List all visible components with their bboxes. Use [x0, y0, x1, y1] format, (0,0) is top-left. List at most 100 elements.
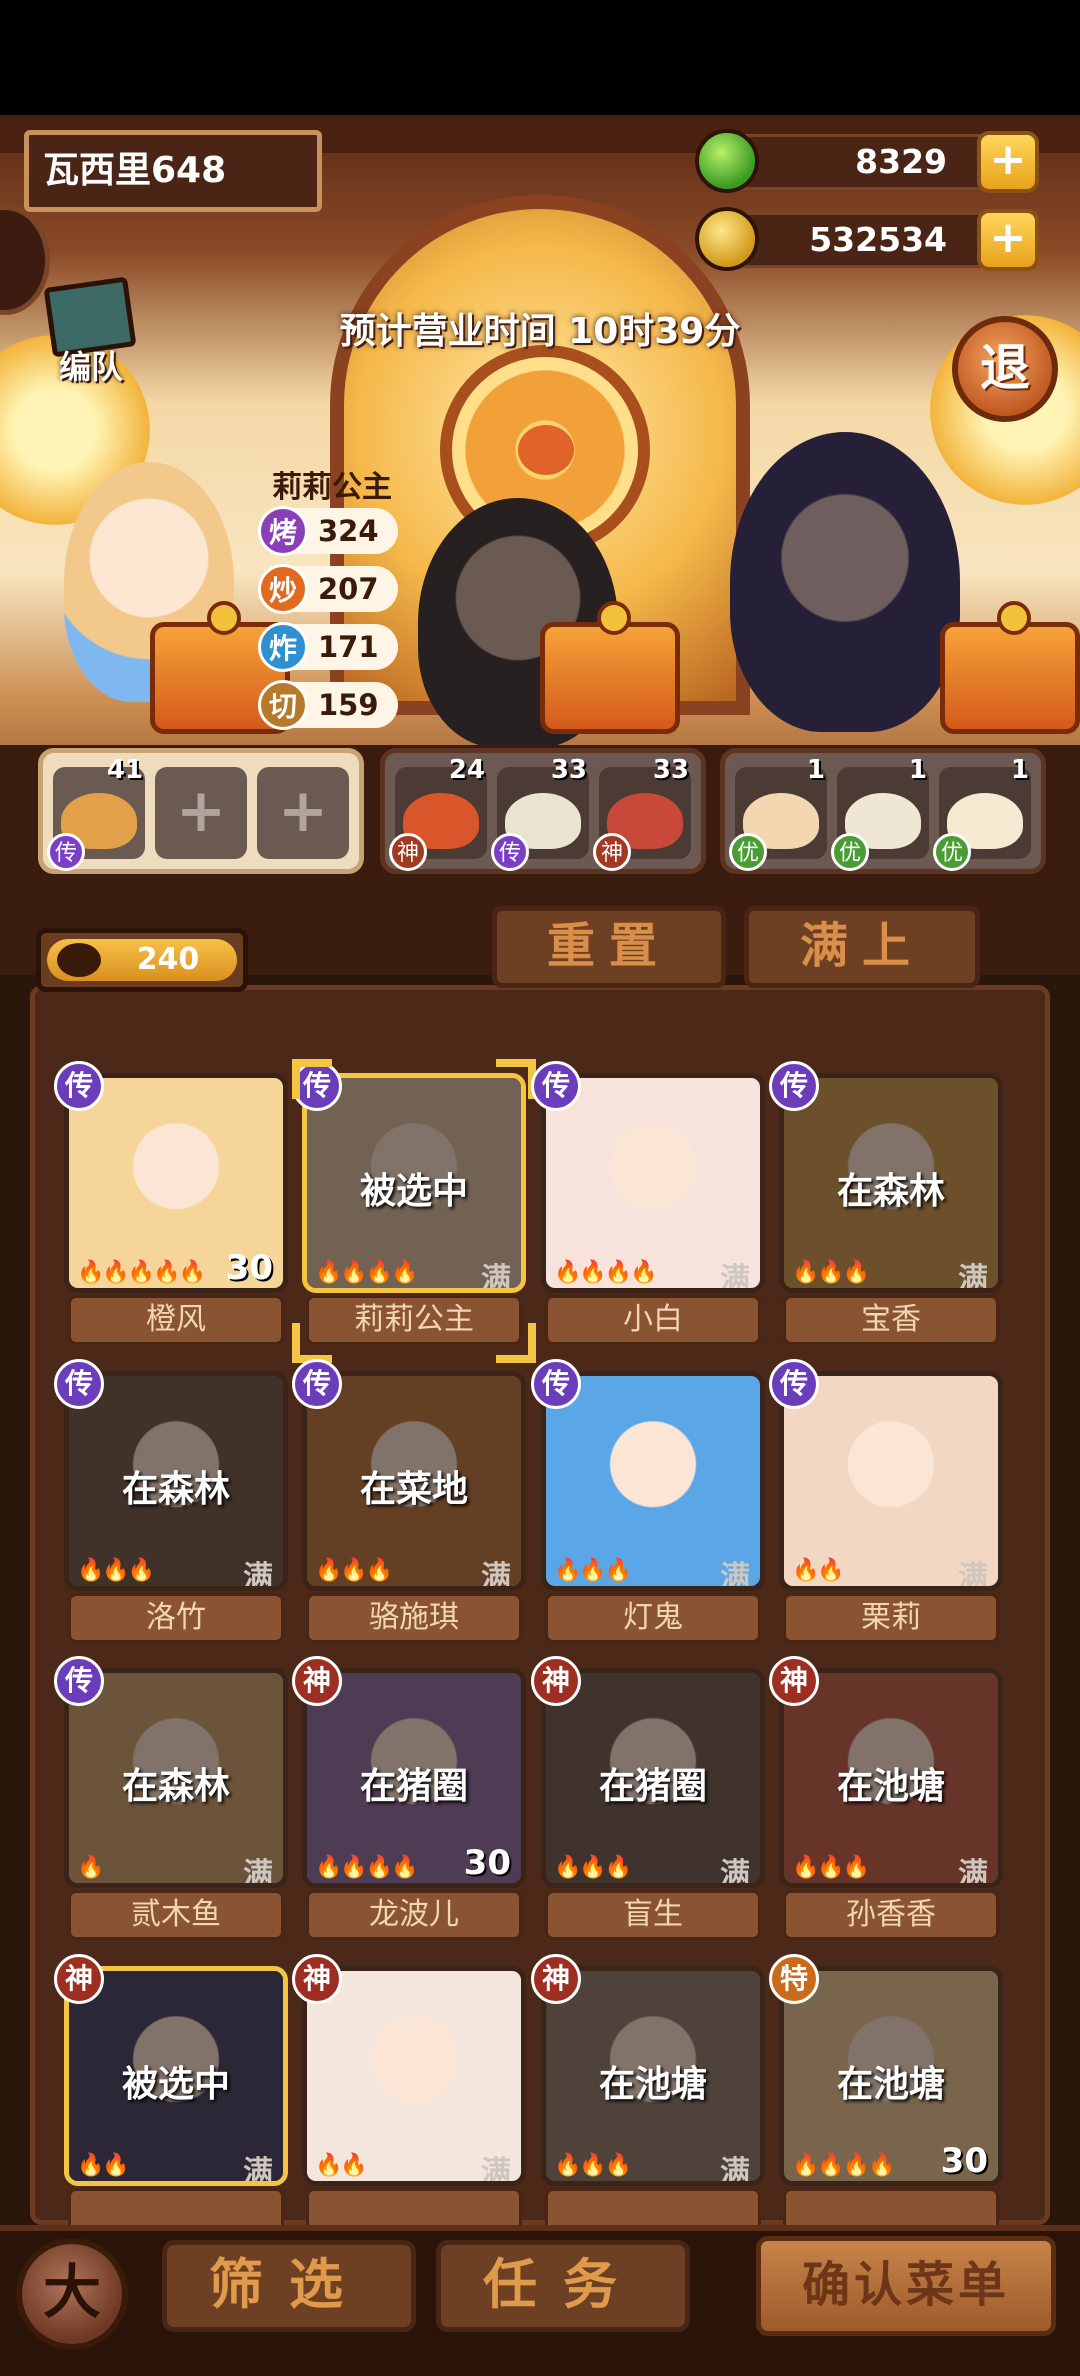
- kitchen-button[interactable]: 大: [16, 2238, 128, 2350]
- coin-balance: 532534 +: [695, 207, 1039, 271]
- filter-button[interactable]: 筛选: [162, 2240, 416, 2332]
- card-portrait-frame: 🔥🔥🔥🔥🔥 30: [64, 1073, 288, 1293]
- dish-count: 41: [106, 755, 143, 785]
- coin-icon: [695, 207, 759, 271]
- dish-slot[interactable]: 1 优: [933, 755, 1031, 871]
- confirm-menu-button[interactable]: 确认菜单: [756, 2236, 1056, 2336]
- stirfry-badge-icon: 炒: [258, 564, 308, 614]
- chef-card[interactable]: 🔥🔥 满 神: [292, 1954, 526, 2242]
- add-dish-button[interactable]: +: [155, 767, 247, 859]
- exit-button[interactable]: 退: [952, 316, 1058, 422]
- flame-rating-icon: 🔥🔥🔥: [554, 1558, 632, 1583]
- chef-name: 莉莉公主: [272, 470, 392, 505]
- chef-slot-3-sprite[interactable]: [730, 432, 960, 732]
- rank-badge: 神: [292, 1954, 342, 2004]
- chef-card[interactable]: 被选中 🔥🔥 满 神: [54, 1954, 288, 2242]
- status-bar: [0, 0, 1080, 115]
- chef-card[interactable]: 🔥🔥 满 传栗莉: [769, 1359, 1003, 1647]
- card-full-label: 满: [243, 2155, 273, 2186]
- stat-cut: 切 159: [258, 680, 398, 730]
- card-status: 在池塘: [836, 2064, 945, 2105]
- selection-corner: [292, 1059, 332, 1099]
- card-full-label: 满: [720, 1857, 750, 1888]
- kitchen-icon: 大: [42, 2258, 101, 2326]
- rank-badge: 传: [54, 1359, 104, 1409]
- flame-rating-icon: 🔥🔥: [77, 2153, 130, 2178]
- dish-slot[interactable]: 41 传: [47, 755, 145, 871]
- flame-rating-icon: 🔥: [77, 1855, 104, 1880]
- task-button[interactable]: 任务: [436, 2240, 690, 2332]
- stat-value: 159: [318, 688, 379, 722]
- counter-value: 240: [136, 942, 200, 977]
- card-name: 灯鬼: [545, 1593, 761, 1643]
- chef-card[interactable]: 在池塘 🔥🔥🔥 满 神孙香香: [769, 1656, 1003, 1944]
- cut-badge-icon: 切: [258, 680, 308, 730]
- flame-rating-icon: 🔥🔥🔥🔥: [315, 1855, 419, 1880]
- rank-badge: 传: [769, 1359, 819, 1409]
- roast-badge-icon: 烤: [258, 506, 308, 556]
- dish-slot[interactable]: 33 神: [593, 755, 691, 871]
- counter-pill: 240: [47, 939, 237, 981]
- card-portrait-frame: 在森林 🔥🔥🔥 满: [779, 1073, 1003, 1293]
- card-status: 在猪圈: [598, 1766, 707, 1807]
- chef-card[interactable]: 在森林 🔥🔥🔥 满 传宝香: [769, 1061, 1003, 1349]
- chef-card[interactable]: 在池塘 🔥🔥🔥 满 神: [531, 1954, 765, 2242]
- chef-card[interactable]: 🔥🔥🔥🔥 满 传小白: [531, 1061, 765, 1349]
- rank-badge: 传: [531, 1061, 581, 1111]
- card-portrait-frame: 🔥🔥 满: [302, 1966, 526, 2186]
- dish-count: 33: [652, 755, 689, 785]
- grade-badge: 传: [47, 833, 85, 871]
- grade-badge: 优: [831, 833, 869, 871]
- stat-deepfry: 炸 171: [258, 622, 398, 672]
- rank-badge: 神: [531, 1656, 581, 1706]
- paw-emblem-icon: [518, 425, 574, 475]
- grade-badge: 优: [933, 833, 971, 871]
- chef-card[interactable]: 在池塘 🔥🔥🔥🔥 30 特: [769, 1954, 1003, 2242]
- card-portrait-frame: 在池塘 🔥🔥🔥 满: [779, 1668, 1003, 1888]
- flame-rating-icon: 🔥🔥: [315, 2153, 368, 2178]
- deepfry-badge-icon: 炸: [258, 622, 308, 672]
- chef-card[interactable]: 在菜地 🔥🔥🔥 满 传骆施琪: [292, 1359, 526, 1647]
- card-name: 孙香香: [783, 1890, 999, 1940]
- dish-slot[interactable]: 24 神: [389, 755, 487, 871]
- fill-up-button[interactable]: 满上: [744, 906, 980, 988]
- dish-slot[interactable]: 1 优: [831, 755, 929, 871]
- chef-card[interactable]: 🔥🔥🔥🔥🔥 30 传橙风: [54, 1061, 288, 1349]
- cooking-pot-icon: [540, 601, 680, 734]
- add-coins-button[interactable]: +: [977, 209, 1039, 271]
- card-status: 在森林: [836, 1171, 945, 1212]
- dish-slot[interactable]: 33 传: [491, 755, 589, 871]
- gem-balance: 8329 +: [695, 129, 1039, 193]
- card-portrait-frame: 在森林 🔥 满: [64, 1668, 288, 1888]
- reset-button[interactable]: 重置: [492, 906, 726, 988]
- grade-badge: 优: [729, 833, 767, 871]
- ingredient-counter: 240: [36, 928, 248, 992]
- card-full-label: 满: [481, 2155, 511, 2186]
- dish-slot[interactable]: 1 优: [729, 755, 827, 871]
- rank-badge: 传: [769, 1061, 819, 1111]
- selection-corner: [496, 1059, 536, 1099]
- chef-card[interactable]: 被选中 🔥🔥🔥🔥 满传莉莉公主: [292, 1059, 536, 1363]
- flame-rating-icon: 🔥🔥🔥: [554, 2153, 632, 2178]
- card-status: 被选中: [121, 2064, 230, 2105]
- stat-stirfry: 炒 207: [258, 564, 398, 614]
- chef-card[interactable]: 在猪圈 🔥🔥🔥🔥 30 神龙波儿: [292, 1656, 526, 1944]
- cooking-pot-icon: [940, 601, 1080, 734]
- rank-badge: 传: [54, 1061, 104, 1111]
- chef-card[interactable]: 在森林 🔥🔥🔥 满 传洛竹: [54, 1359, 288, 1647]
- chef-card[interactable]: 在猪圈 🔥🔥🔥 满 神盲生: [531, 1656, 765, 1944]
- add-gems-button[interactable]: +: [977, 131, 1039, 193]
- card-name: 莉莉公主: [306, 1295, 522, 1345]
- rank-badge: 神: [292, 1656, 342, 1706]
- flame-rating-icon: 🔥🔥🔥🔥: [554, 1260, 658, 1285]
- card-full-label: 满: [720, 2155, 750, 2186]
- chef-card[interactable]: 在森林 🔥 满 传贰木鱼: [54, 1656, 288, 1944]
- jade-gem-icon: [695, 129, 759, 193]
- chef-card[interactable]: 🔥🔥🔥 满 传灯鬼: [531, 1359, 765, 1647]
- add-dish-button[interactable]: +: [257, 767, 349, 859]
- flame-rating-icon: 🔥🔥🔥: [77, 1558, 155, 1583]
- dish-count: 1: [1010, 755, 1029, 785]
- card-full-label: 满: [720, 1560, 750, 1591]
- card-level: 30: [225, 1248, 273, 1288]
- card-status: 在池塘: [598, 2064, 707, 2105]
